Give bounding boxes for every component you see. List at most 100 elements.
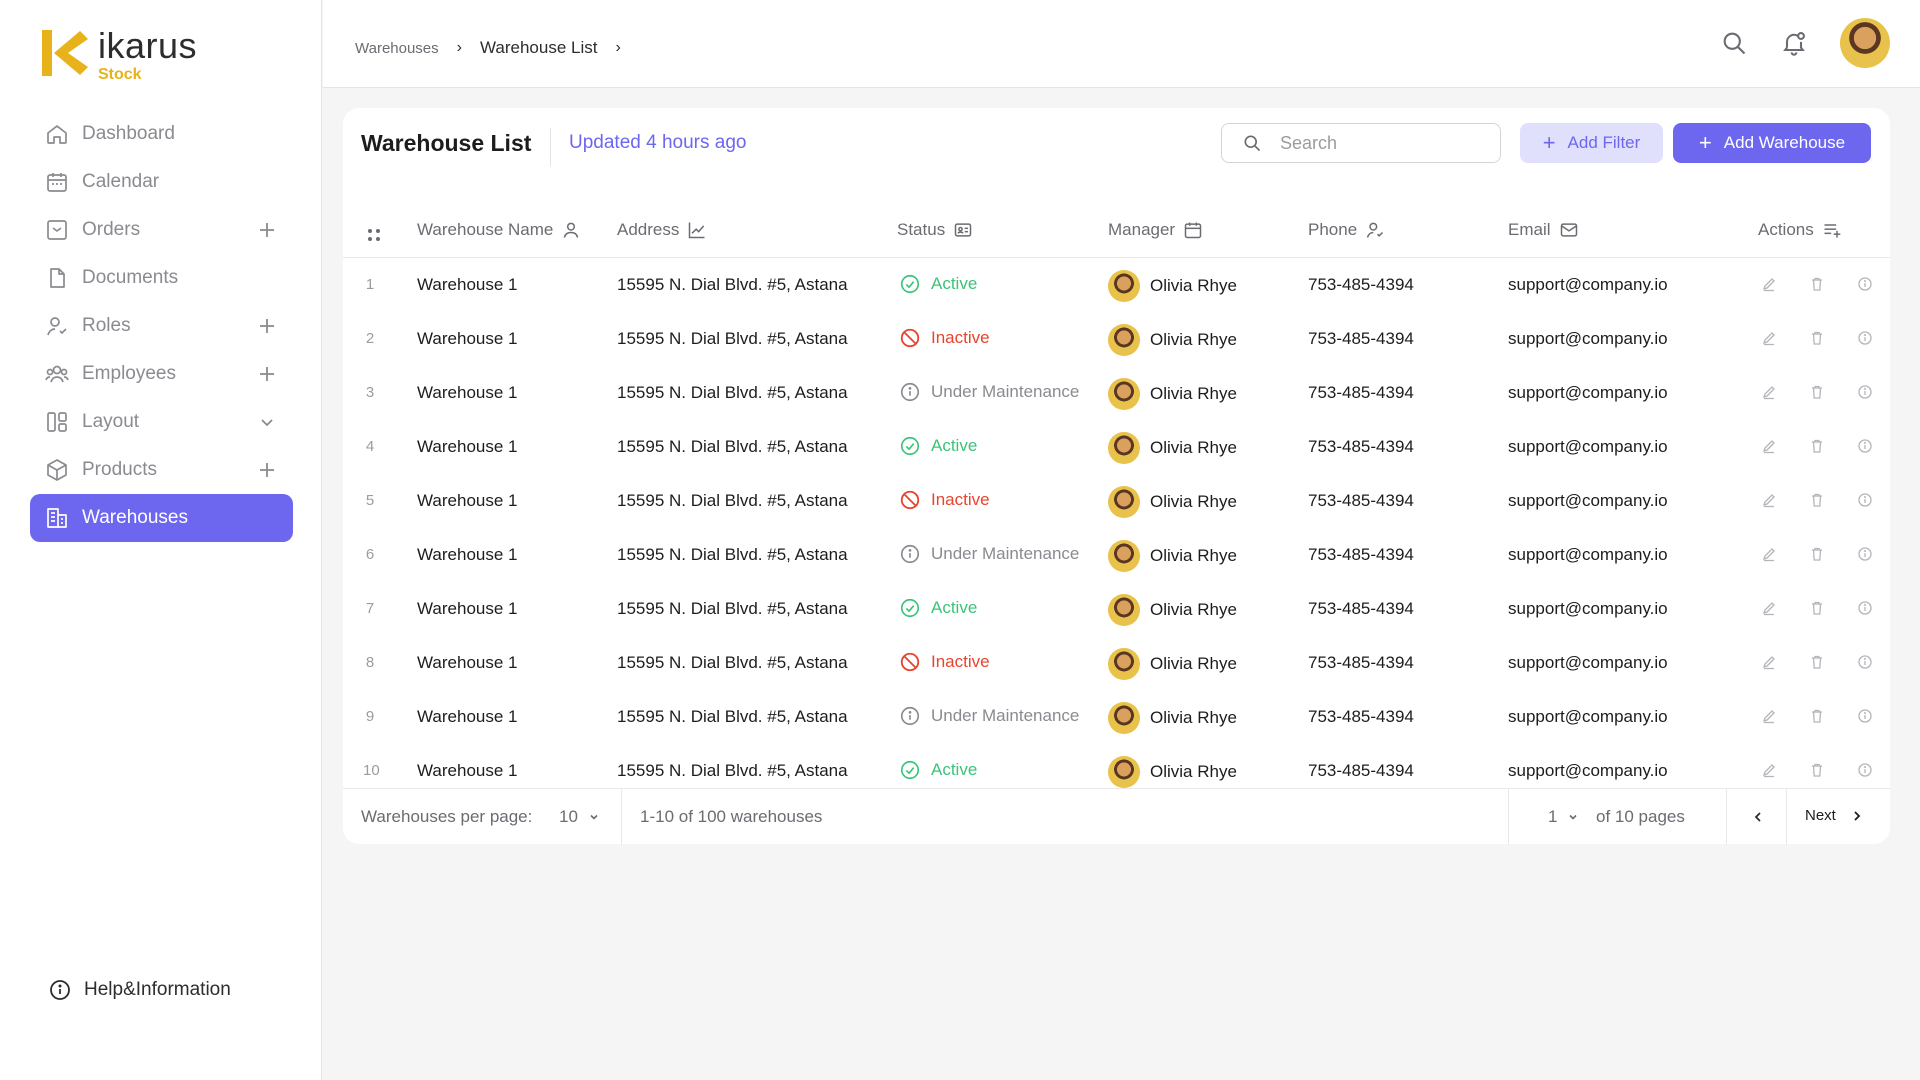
plus-icon[interactable] bbox=[255, 314, 279, 338]
breadcrumb-current[interactable]: Warehouse List bbox=[480, 38, 597, 58]
column-header-name[interactable]: Warehouse Name bbox=[417, 220, 581, 240]
next-page-button[interactable]: Next bbox=[1805, 807, 1864, 824]
trash-icon[interactable] bbox=[1809, 762, 1825, 778]
status-badge: Under Maintenance bbox=[899, 705, 1079, 727]
info-icon[interactable] bbox=[1857, 330, 1873, 346]
search-icon bbox=[1244, 135, 1261, 152]
status-label: Active bbox=[931, 760, 978, 779]
trash-icon[interactable] bbox=[1809, 546, 1825, 562]
previous-page-icon[interactable] bbox=[1751, 810, 1765, 824]
phone-number: 753-485-4394 bbox=[1308, 707, 1414, 726]
manager-name: Olivia Rhye bbox=[1150, 762, 1237, 781]
manager-cell: Olivia Rhye bbox=[1108, 702, 1237, 734]
info-icon[interactable] bbox=[1857, 438, 1873, 454]
table-row[interactable]: 8 Warehouse 1 15595 N. Dial Blvd. #5, Asta… bbox=[343, 636, 1890, 690]
drag-grid-icon[interactable] bbox=[367, 228, 381, 242]
chevron-down-icon[interactable] bbox=[255, 410, 279, 434]
notification-bell-icon[interactable] bbox=[1780, 29, 1808, 57]
table-row[interactable]: 3 Warehouse 1 15595 N. Dial Blvd. #5, Asta… bbox=[343, 366, 1890, 420]
trash-icon[interactable] bbox=[1809, 384, 1825, 400]
column-header-email[interactable]: Email bbox=[1508, 220, 1579, 240]
edit-icon[interactable] bbox=[1761, 708, 1777, 724]
search-input[interactable] bbox=[1280, 132, 1480, 154]
info-icon[interactable] bbox=[1857, 546, 1873, 562]
sidebar-item-dashboard[interactable]: Dashboard bbox=[30, 110, 293, 158]
trash-icon[interactable] bbox=[1809, 276, 1825, 292]
table-row[interactable]: 5 Warehouse 1 15595 N. Dial Blvd. #5, Asta… bbox=[343, 474, 1890, 528]
sidebar-item-products[interactable]: Products bbox=[30, 446, 293, 494]
help-link[interactable]: Help&Information bbox=[48, 978, 231, 1002]
edit-icon[interactable] bbox=[1761, 546, 1777, 562]
chevron-right-icon bbox=[1854, 810, 1861, 821]
table-row[interactable]: 2 Warehouse 1 15595 N. Dial Blvd. #5, Asta… bbox=[343, 312, 1890, 366]
logo-icon bbox=[42, 30, 88, 76]
column-header-actions[interactable]: Actions bbox=[1758, 220, 1842, 240]
column-header-phone[interactable]: Phone bbox=[1308, 220, 1385, 240]
trash-icon[interactable] bbox=[1809, 600, 1825, 616]
info-icon[interactable] bbox=[1857, 600, 1873, 616]
table-row[interactable]: 9 Warehouse 1 15595 N. Dial Blvd. #5, Asta… bbox=[343, 690, 1890, 744]
sidebar-item-orders[interactable]: Orders bbox=[30, 206, 293, 254]
info-icon[interactable] bbox=[1857, 654, 1873, 670]
logo[interactable]: ikarus Stock bbox=[40, 28, 197, 84]
edit-icon[interactable] bbox=[1761, 762, 1777, 778]
plus-icon[interactable] bbox=[255, 218, 279, 242]
column-header-manager[interactable]: Manager bbox=[1108, 220, 1203, 240]
trash-icon[interactable] bbox=[1809, 654, 1825, 670]
table-row[interactable]: 7 Warehouse 1 15595 N. Dial Blvd. #5, Asta… bbox=[343, 582, 1890, 636]
edit-icon[interactable] bbox=[1761, 276, 1777, 292]
search-box[interactable] bbox=[1221, 123, 1501, 163]
search-icon[interactable] bbox=[1720, 29, 1748, 57]
sidebar-item-layout[interactable]: Layout bbox=[30, 398, 293, 446]
sidebar-item-calendar[interactable]: Calendar bbox=[30, 158, 293, 206]
table-footer: Warehouses per page: 10 1-10 of 100 ware… bbox=[343, 788, 1890, 845]
trash-icon[interactable] bbox=[1809, 330, 1825, 346]
manager-name: Olivia Rhye bbox=[1150, 276, 1237, 295]
edit-icon[interactable] bbox=[1761, 600, 1777, 616]
chevron-down-icon bbox=[590, 814, 598, 820]
plus-icon[interactable] bbox=[255, 458, 279, 482]
edit-icon[interactable] bbox=[1761, 654, 1777, 670]
per-page-label: Warehouses per page: bbox=[361, 807, 533, 826]
add-filter-button[interactable]: + Add Filter bbox=[1520, 123, 1663, 163]
table-row[interactable]: 4 Warehouse 1 15595 N. Dial Blvd. #5, Asta… bbox=[343, 420, 1890, 474]
sidebar-item-warehouses[interactable]: Warehouses bbox=[30, 494, 293, 542]
person-check-icon bbox=[1366, 222, 1384, 238]
column-header-address[interactable]: Address bbox=[617, 220, 707, 240]
warehouse-address: 15595 N. Dial Blvd. #5, Astana bbox=[617, 761, 848, 780]
sidebar-item-roles[interactable]: Roles bbox=[30, 302, 293, 350]
title-divider bbox=[550, 128, 551, 166]
logo-name: ikarus bbox=[98, 25, 198, 66]
page-select[interactable]: 1 bbox=[1548, 807, 1579, 827]
sidebar-item-documents[interactable]: Documents bbox=[30, 254, 293, 302]
edit-icon[interactable] bbox=[1761, 492, 1777, 508]
trash-icon[interactable] bbox=[1809, 438, 1825, 454]
table-row[interactable]: 1 Warehouse 1 15595 N. Dial Blvd. #5, Asta… bbox=[343, 258, 1890, 312]
per-page-select[interactable]: 10 bbox=[559, 807, 600, 827]
warehouse-address: 15595 N. Dial Blvd. #5, Astana bbox=[617, 329, 848, 348]
edit-icon[interactable] bbox=[1761, 438, 1777, 454]
info-icon[interactable] bbox=[1857, 762, 1873, 778]
row-index: 1 bbox=[365, 276, 375, 293]
sidebar-item-employees[interactable]: Employees bbox=[30, 350, 293, 398]
info-icon[interactable] bbox=[1857, 384, 1873, 400]
info-icon[interactable] bbox=[1857, 492, 1873, 508]
edit-icon[interactable] bbox=[1761, 384, 1777, 400]
sidebar-nav: Dashboard Calendar Orders Documents Roles Emp… bbox=[30, 110, 293, 542]
add-warehouse-button[interactable]: + Add Warehouse bbox=[1673, 123, 1871, 163]
info-icon[interactable] bbox=[1857, 708, 1873, 724]
table-row[interactable]: 6 Warehouse 1 15595 N. Dial Blvd. #5, Asta… bbox=[343, 528, 1890, 582]
info-icon[interactable] bbox=[1857, 276, 1873, 292]
warehouse-address: 15595 N. Dial Blvd. #5, Astana bbox=[617, 437, 848, 456]
breadcrumb-parent[interactable]: Warehouses bbox=[355, 40, 439, 57]
trash-icon[interactable] bbox=[1809, 708, 1825, 724]
email-address: support@company.io bbox=[1508, 545, 1668, 564]
plus-icon[interactable] bbox=[255, 362, 279, 386]
sidebar-item-label: Orders bbox=[82, 219, 141, 240]
status-badge: Active bbox=[899, 435, 977, 457]
trash-icon[interactable] bbox=[1809, 492, 1825, 508]
user-avatar[interactable] bbox=[1840, 18, 1890, 68]
column-header-status[interactable]: Status bbox=[897, 220, 973, 240]
status-label: Inactive bbox=[931, 490, 990, 509]
edit-icon[interactable] bbox=[1761, 330, 1777, 346]
